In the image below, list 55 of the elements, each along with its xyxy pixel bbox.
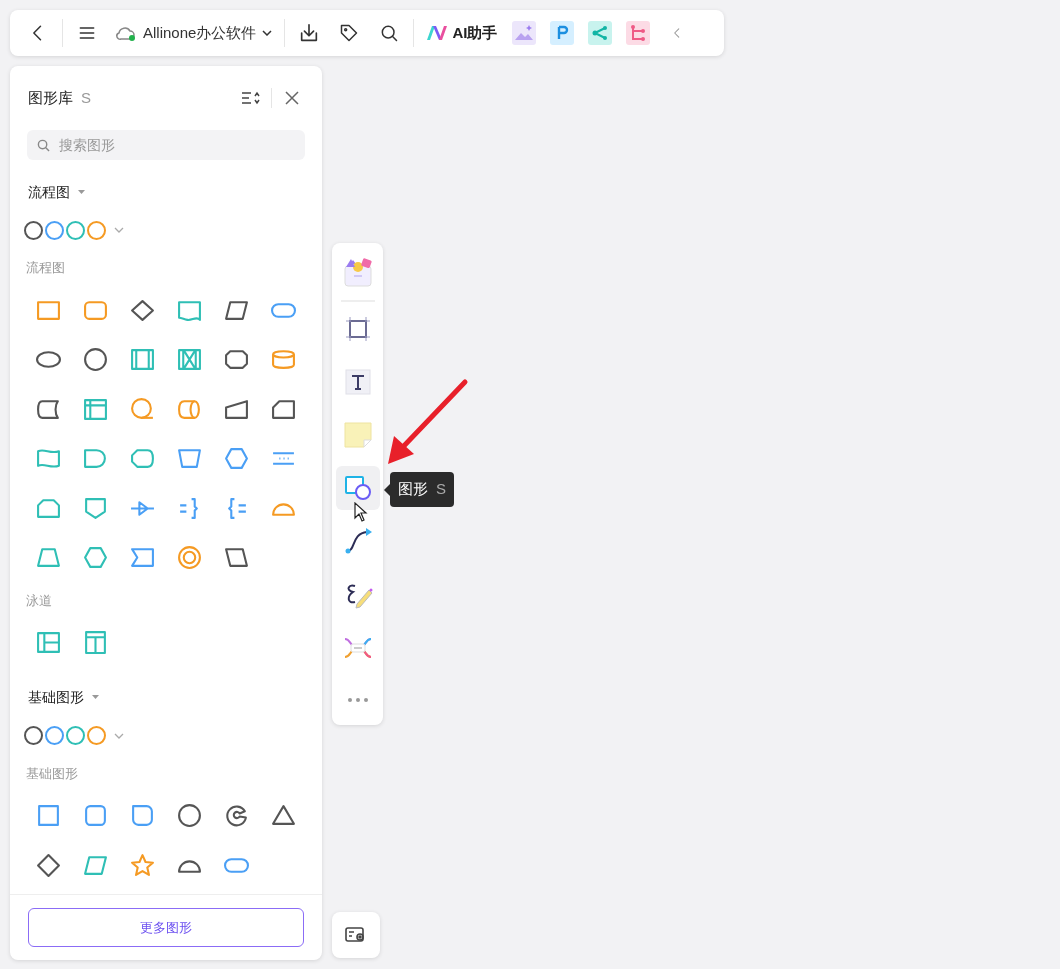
- search-icon: [379, 23, 400, 43]
- tag-icon: [339, 23, 360, 43]
- q-shape-icon[interactable]: [130, 396, 155, 422]
- diamond-icon[interactable]: [130, 297, 155, 323]
- crossed-box-icon[interactable]: [177, 347, 202, 373]
- cursor-icon: [354, 502, 368, 522]
- diamond-icon[interactable]: [36, 852, 61, 878]
- shortcut-hint: S: [81, 87, 91, 108]
- predefined-process-icon[interactable]: [130, 347, 155, 373]
- hexagon-icon[interactable]: [224, 446, 249, 472]
- circle-icon[interactable]: [83, 347, 108, 373]
- shape-tool-button[interactable]: [335, 466, 380, 510]
- vertical-swimlane-icon[interactable]: [83, 630, 108, 656]
- caret-icon: [78, 189, 85, 195]
- cloud-icon: [115, 25, 137, 41]
- pentagon-shape-icon[interactable]: [83, 495, 108, 521]
- rounded-square-icon[interactable]: [83, 803, 108, 829]
- map-button[interactable]: [332, 912, 380, 958]
- close-icon: [285, 91, 299, 105]
- caret-icon: [92, 695, 99, 700]
- group-label: 泳道: [26, 591, 53, 610]
- map-pin-icon: [345, 926, 367, 944]
- hexagon-icon[interactable]: [83, 545, 108, 571]
- group-label: 基础图形: [26, 764, 79, 783]
- double-circle-icon[interactable]: [177, 545, 202, 571]
- more-shapes-button[interactable]: 更多图形: [28, 908, 304, 947]
- chevron-down-icon: [114, 227, 124, 233]
- leaf-shape-icon[interactable]: [130, 803, 155, 829]
- ai-logo-icon: [426, 25, 449, 41]
- chevron-down-icon: [262, 30, 273, 36]
- section-header[interactable]: 流程图: [28, 182, 85, 202]
- chevron-down-icon: [114, 732, 124, 739]
- tooltip-label: 图形: [398, 479, 428, 500]
- ai-assistant-button[interactable]: AI助手: [418, 15, 506, 51]
- horizontal-swimlane-icon[interactable]: [36, 630, 61, 656]
- circle-icon[interactable]: [177, 803, 202, 829]
- panel-title: 图形库: [28, 87, 73, 108]
- search-icon: [37, 139, 50, 152]
- group-label: 流程图: [26, 259, 66, 277]
- square-icon[interactable]: [36, 803, 61, 829]
- image-app-icon: [512, 21, 537, 45]
- more-icon: [346, 697, 369, 703]
- star-icon[interactable]: [130, 852, 155, 878]
- color-style-picker[interactable]: [24, 220, 124, 240]
- sort-icon: [241, 90, 261, 106]
- p-app-icon: [550, 21, 575, 45]
- tooltip-shortcut: S: [436, 479, 446, 500]
- pie-shape-icon[interactable]: [224, 803, 249, 829]
- mindmap-app-icon: [588, 21, 613, 45]
- color-style-picker[interactable]: [24, 725, 124, 746]
- document-title-dropdown[interactable]: Allinone办公软件: [107, 15, 281, 51]
- section-header[interactable]: 基础图形: [28, 687, 99, 708]
- internal-storage-icon[interactable]: [83, 396, 108, 422]
- tree-app-icon: [626, 21, 651, 45]
- search-field[interactable]: 搜索图形: [27, 130, 305, 160]
